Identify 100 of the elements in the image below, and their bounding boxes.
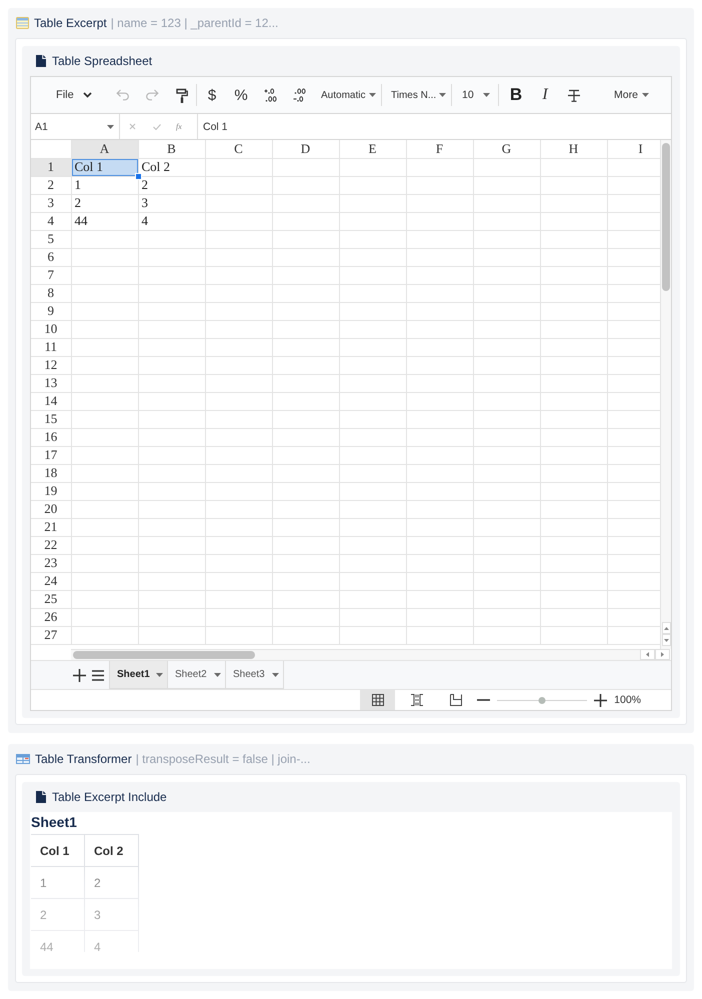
macro-parameters: | name = 123 | _parentId = 12... bbox=[110, 16, 278, 30]
panel-title: Table Spreadsheet bbox=[52, 54, 152, 68]
row-header[interactable]: 25 bbox=[31, 590, 71, 608]
caret-down-icon bbox=[107, 124, 114, 128]
cross-icon bbox=[129, 123, 136, 130]
caret-down-icon bbox=[272, 672, 279, 676]
sheet-title: Sheet1 bbox=[31, 813, 77, 832]
row-header[interactable]: 5 bbox=[31, 230, 71, 248]
row-header[interactable]: 24 bbox=[31, 572, 71, 590]
row-header[interactable]: 18 bbox=[31, 464, 71, 482]
brackets-icon bbox=[410, 694, 424, 706]
row-header[interactable]: 7 bbox=[31, 266, 71, 284]
scroll-up-button[interactable] bbox=[662, 622, 670, 634]
column-header[interactable]: H bbox=[540, 140, 607, 158]
bold-button[interactable]: B bbox=[504, 83, 528, 107]
table-icon bbox=[16, 17, 29, 29]
caret-down-icon bbox=[439, 93, 446, 97]
grid-icon bbox=[372, 694, 384, 706]
column-header[interactable]: C bbox=[205, 140, 272, 158]
sheet-cell[interactable]: 2 bbox=[138, 176, 205, 194]
table-cell: 2 bbox=[84, 866, 138, 898]
row-header[interactable]: 19 bbox=[31, 482, 71, 500]
row-header[interactable]: 4 bbox=[31, 212, 71, 230]
row-header[interactable]: 22 bbox=[31, 536, 71, 554]
arrow-up-icon bbox=[664, 626, 668, 630]
normal-view-button[interactable] bbox=[360, 690, 396, 710]
macro-title: Table Excerpt bbox=[34, 16, 107, 30]
table-header-cell: Col 2 bbox=[84, 834, 138, 866]
table-cell: 1 bbox=[31, 866, 84, 898]
scrollbar-thumb[interactable] bbox=[662, 143, 670, 291]
caret-down-icon bbox=[369, 93, 376, 97]
row-header[interactable]: 16 bbox=[31, 428, 71, 446]
caret-down-icon bbox=[483, 93, 490, 97]
macro-title: Table Transformer bbox=[35, 752, 132, 766]
scrollbar-thumb[interactable] bbox=[73, 651, 255, 659]
column-header[interactable]: D bbox=[272, 140, 339, 158]
document-icon bbox=[36, 55, 46, 67]
row-header[interactable]: 2 bbox=[31, 176, 71, 194]
sheet-tab[interactable]: Sheet1 bbox=[109, 661, 168, 689]
arrow-left-icon bbox=[646, 652, 649, 657]
sheet-cell[interactable]: 2 bbox=[71, 194, 138, 212]
row-header[interactable]: 8 bbox=[31, 284, 71, 302]
font-size-dropdown[interactable]: 10 bbox=[455, 83, 496, 107]
table-header-cell: Col 1 bbox=[31, 834, 84, 866]
caret-down-icon bbox=[642, 93, 649, 97]
sheet-cell[interactable]: 4 bbox=[138, 212, 205, 230]
function-label: fx bbox=[176, 122, 182, 131]
number-format-dropdown[interactable]: Automatic bbox=[315, 83, 379, 107]
sheet-cell[interactable]: 44 bbox=[71, 212, 138, 230]
decimal-decrease-icon bbox=[292, 88, 306, 102]
plus-icon[interactable] bbox=[594, 694, 608, 706]
menu-icon[interactable] bbox=[92, 670, 104, 680]
sheet-cell[interactable]: 3 bbox=[138, 194, 205, 212]
caret-down-icon bbox=[156, 672, 163, 676]
formula-field[interactable]: Col 1 bbox=[198, 114, 671, 139]
row-header[interactable]: 20 bbox=[31, 500, 71, 518]
more-menu[interactable]: More bbox=[606, 83, 654, 107]
row-header[interactable]: 26 bbox=[31, 608, 71, 626]
row-header[interactable]: 11 bbox=[31, 338, 71, 356]
row-header[interactable]: 13 bbox=[31, 374, 71, 392]
table-icon bbox=[16, 754, 30, 764]
scroll-right-button[interactable] bbox=[655, 649, 670, 660]
column-header[interactable]: F bbox=[406, 140, 473, 158]
chevron-down-icon bbox=[83, 92, 92, 98]
row-header[interactable]: 14 bbox=[31, 392, 71, 410]
scroll-left-button[interactable] bbox=[640, 649, 655, 660]
column-header[interactable]: B bbox=[138, 140, 205, 158]
table-cell: 3 bbox=[84, 898, 138, 930]
name-box[interactable]: A1 bbox=[31, 114, 120, 139]
row-header[interactable]: 15 bbox=[31, 410, 71, 428]
file-menu[interactable]: File bbox=[47, 83, 97, 107]
row-header[interactable]: 10 bbox=[31, 320, 71, 338]
fill-handle[interactable] bbox=[134, 172, 142, 180]
page-icon bbox=[450, 694, 462, 706]
row-header[interactable]: 6 bbox=[31, 248, 71, 266]
row-header[interactable]: 9 bbox=[31, 302, 71, 320]
font-family-dropdown[interactable]: Times N... bbox=[385, 83, 449, 107]
column-header[interactable]: A bbox=[71, 140, 138, 158]
slider-thumb[interactable] bbox=[538, 696, 546, 704]
sheet-tab[interactable]: Sheet3 bbox=[225, 661, 284, 689]
column-header[interactable]: E bbox=[339, 140, 406, 158]
column-header[interactable]: G bbox=[473, 140, 540, 158]
minus-icon[interactable] bbox=[477, 699, 490, 701]
macro-parameters: | transposeResult = false | join-... bbox=[136, 752, 310, 766]
currency-button[interactable]: $ bbox=[200, 83, 224, 107]
row-header[interactable]: 17 bbox=[31, 446, 71, 464]
scroll-down-button[interactable] bbox=[662, 634, 670, 646]
percent-button[interactable]: % bbox=[229, 83, 253, 107]
row-header[interactable]: 12 bbox=[31, 356, 71, 374]
row-header[interactable]: 27 bbox=[31, 626, 71, 644]
row-header[interactable]: 23 bbox=[31, 554, 71, 572]
vertical-scrollbar[interactable] bbox=[660, 140, 671, 649]
plus-icon[interactable] bbox=[73, 668, 86, 682]
horizontal-scrollbar[interactable] bbox=[71, 649, 640, 660]
document-icon bbox=[36, 791, 46, 803]
paint-roller-icon bbox=[176, 88, 188, 102]
italic-button[interactable]: I bbox=[533, 83, 557, 107]
row-header[interactable]: 3 bbox=[31, 194, 71, 212]
row-header[interactable]: 21 bbox=[31, 518, 71, 536]
row-header[interactable]: 1 bbox=[31, 158, 71, 176]
